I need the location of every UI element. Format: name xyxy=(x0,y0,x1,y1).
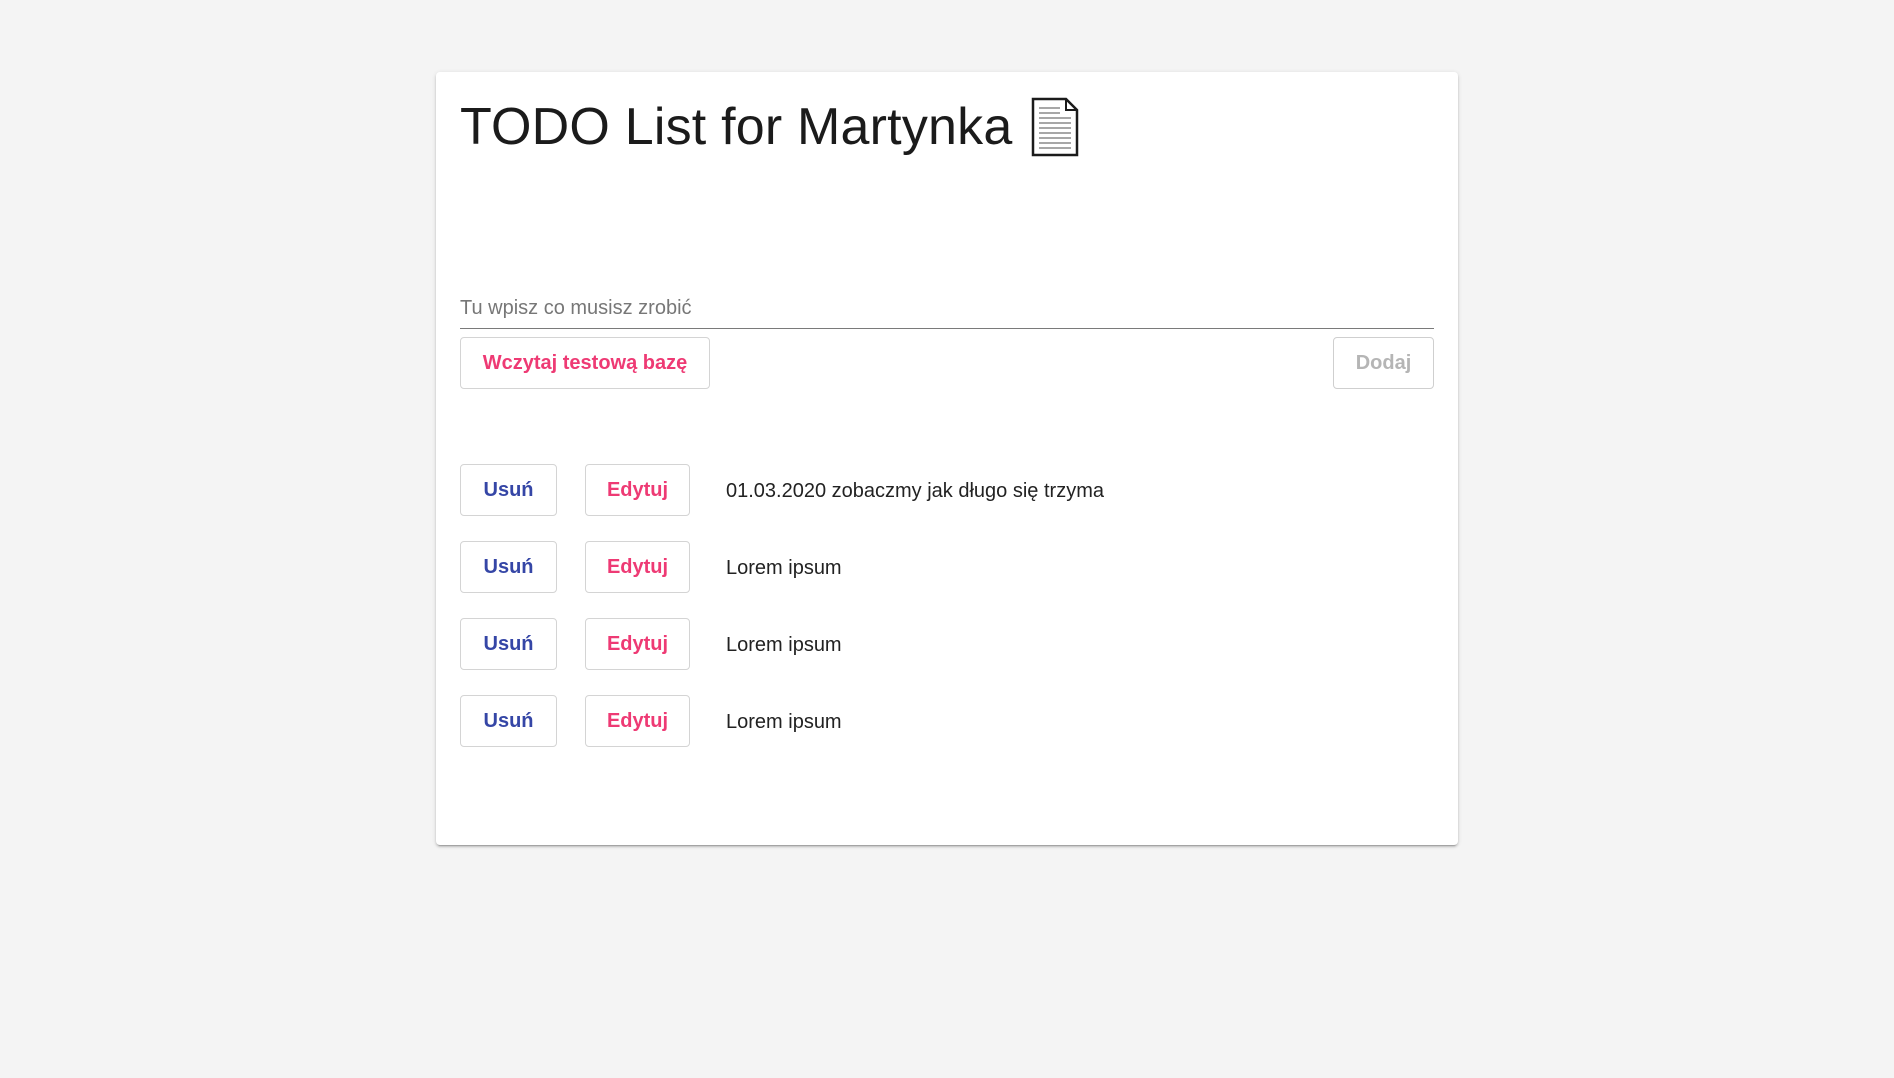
edit-button[interactable]: Edytuj xyxy=(585,695,690,747)
list-item: Usuń Edytuj Lorem ipsum xyxy=(460,541,1434,595)
title-row: TODO List for Martynka xyxy=(460,94,1080,160)
load-test-db-button[interactable]: Wczytaj testową bazę xyxy=(460,337,710,389)
delete-button[interactable]: Usuń xyxy=(460,464,557,516)
document-icon xyxy=(1030,97,1080,157)
add-button[interactable]: Dodaj xyxy=(1333,337,1434,389)
list-item: Usuń Edytuj 01.03.2020 zobaczmy jak dług… xyxy=(460,464,1434,518)
todo-card: TODO List for Martynka Tu wpisz co musis… xyxy=(436,72,1458,845)
delete-button[interactable]: Usuń xyxy=(460,695,557,747)
delete-button[interactable]: Usuń xyxy=(460,618,557,670)
delete-button[interactable]: Usuń xyxy=(460,541,557,593)
list-item: Usuń Edytuj Lorem ipsum xyxy=(460,618,1434,672)
edit-button[interactable]: Edytuj xyxy=(585,618,690,670)
todo-text: 01.03.2020 zobaczmy jak długo się trzyma xyxy=(726,479,1104,502)
edit-button[interactable]: Edytuj xyxy=(585,541,690,593)
todo-text: Lorem ipsum xyxy=(726,633,842,656)
list-item: Usuń Edytuj Lorem ipsum xyxy=(460,695,1434,749)
edit-button[interactable]: Edytuj xyxy=(585,464,690,516)
todo-text: Lorem ipsum xyxy=(726,556,842,579)
page-title: TODO List for Martynka xyxy=(460,98,1013,156)
todo-input[interactable] xyxy=(460,297,1434,320)
todo-input-wrapper xyxy=(460,272,1434,329)
todo-text: Lorem ipsum xyxy=(726,710,842,733)
